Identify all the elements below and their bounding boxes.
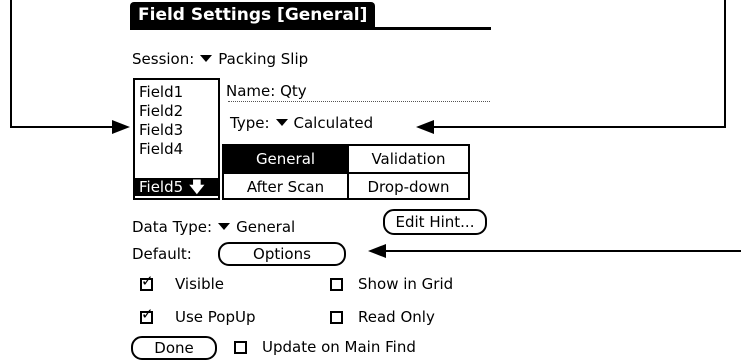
type-select[interactable]: Calculated (294, 114, 374, 132)
options-button[interactable]: Options (218, 242, 346, 266)
annotation-line-bottom-right-horizontal (384, 250, 741, 252)
list-item[interactable]: Field2 (139, 102, 183, 120)
dropdown-triangle-icon[interactable] (200, 55, 213, 62)
list-item-selected[interactable]: Field5 🡇 (135, 178, 218, 196)
scroll-down-arrow-icon[interactable]: 🡇 (189, 178, 204, 196)
arrow-left-icon (416, 120, 434, 134)
show-in-grid-checkbox[interactable] (330, 278, 343, 291)
list-item[interactable]: Field4 (139, 140, 183, 158)
visible-label: Visible (175, 275, 224, 293)
tab-drop-down[interactable]: Drop-down (347, 172, 468, 198)
settings-tabs: General Validation After Scan Drop-down (222, 144, 470, 200)
update-on-main-find-checkbox[interactable] (234, 341, 247, 354)
update-on-main-find-label: Update on Main Find (262, 338, 416, 356)
form-title: Field Settings [General] (130, 2, 376, 28)
default-label: Default: (132, 245, 192, 263)
use-popup-checkbox[interactable]: ✓ (140, 307, 154, 324)
annotation-line-left-horizontal (10, 126, 114, 128)
visible-checkbox[interactable]: ✓ (140, 274, 154, 291)
session-label: Session: (132, 50, 195, 68)
session-select[interactable]: Packing Slip (218, 50, 308, 68)
tab-after-scan[interactable]: After Scan (224, 172, 347, 198)
read-only-checkbox[interactable] (330, 311, 343, 324)
checkmark-icon: ✓ (141, 272, 154, 290)
use-popup-label: Use PopUp (175, 308, 256, 326)
dropdown-triangle-icon[interactable] (275, 119, 288, 126)
list-item[interactable]: Field3 (139, 121, 183, 139)
edit-hint-button[interactable]: Edit Hint... (383, 209, 487, 235)
checkmark-icon: ✓ (141, 305, 154, 323)
tab-general[interactable]: General (224, 146, 347, 172)
data-type-row: Data Type: General (132, 218, 295, 236)
name-field-underline[interactable] (228, 101, 490, 102)
annotation-line-top-right-horizontal (432, 126, 726, 128)
type-row: Type: Calculated (230, 114, 373, 132)
data-type-label: Data Type: (132, 218, 213, 236)
arrow-right-icon (112, 120, 130, 134)
annotation-line-right-vertical (724, 0, 726, 128)
dropdown-triangle-icon[interactable] (218, 223, 231, 230)
field-list[interactable]: Field1 Field2 Field3 Field4 Field5 🡇 (133, 78, 220, 200)
list-item-label: Field5 (139, 178, 184, 196)
name-label: Name: Qty (226, 82, 307, 100)
list-item[interactable]: Field1 (139, 83, 183, 101)
title-underline (130, 27, 491, 30)
tab-validation[interactable]: Validation (347, 146, 468, 172)
arrow-left-icon (368, 244, 386, 258)
done-button[interactable]: Done (131, 336, 217, 360)
show-in-grid-label: Show in Grid (358, 275, 454, 293)
session-row: Session: Packing Slip (132, 50, 308, 68)
annotation-line-left-vertical (10, 0, 12, 128)
read-only-label: Read Only (358, 308, 435, 326)
data-type-select[interactable]: General (236, 218, 295, 236)
type-label: Type: (230, 114, 270, 132)
